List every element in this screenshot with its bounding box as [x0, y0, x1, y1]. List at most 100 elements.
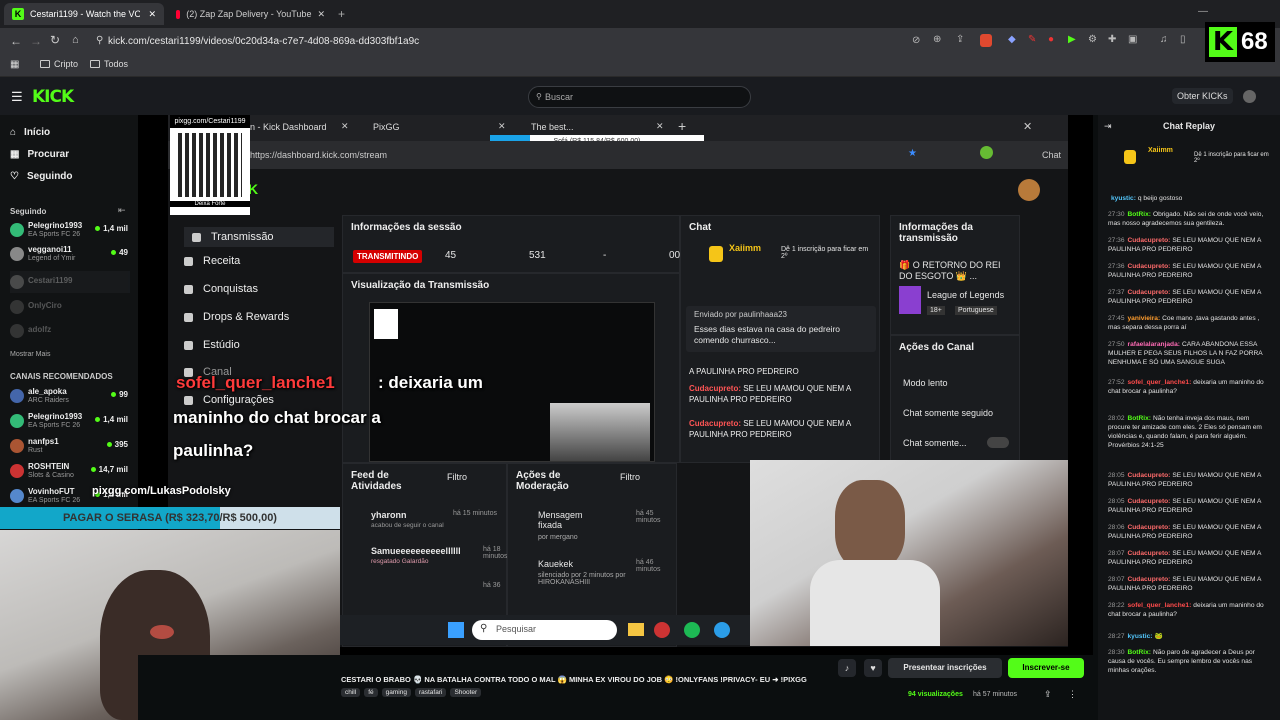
chat-text: q beijo gostoso	[1137, 195, 1183, 202]
chat-username[interactable]: kyustic:	[1128, 633, 1153, 640]
notification-bell-icon[interactable]: ♪	[838, 659, 856, 677]
recommended-channel[interactable]: nanfps1 Rust 395	[10, 435, 130, 457]
nav-browse[interactable]: ▦ Procurar	[10, 149, 69, 160]
following-channel[interactable]: Cestari1199	[10, 271, 130, 293]
star-icon: ★	[908, 148, 917, 159]
chat-message: 28:07 Cudacupreto: SE LEU MAMOU QUE NEM A …	[1108, 575, 1273, 593]
gift-subs-button[interactable]: Presentear inscrições	[888, 658, 1002, 678]
close-tab-icon[interactable]: ✕	[148, 9, 156, 20]
subscribe-button[interactable]: Inscrever-se	[1008, 658, 1084, 678]
gifter-name: Xaiimm	[729, 243, 762, 253]
overlay-chat-text: : deixaria um	[378, 373, 483, 392]
folder-icon	[90, 60, 100, 68]
extension-icon[interactable]: ●	[1048, 34, 1054, 45]
extension-icon[interactable]: ▶	[1068, 34, 1076, 45]
chat-message: 27:50 rafaelalaranjada: CARA ABANDONA ESSA…	[1108, 340, 1273, 367]
user-avatar[interactable]	[1243, 90, 1256, 103]
show-more-link[interactable]: Mostrar Mais	[10, 351, 50, 358]
chat-username[interactable]: Cudacupreto:	[1128, 289, 1171, 296]
tag[interactable]: gaming	[381, 688, 411, 697]
chat-message: 27:52 sofel_quer_lanche1: deixaria um mani…	[1108, 378, 1273, 396]
brave-shield-icon[interactable]	[980, 34, 992, 47]
chat-username[interactable]: Cudacupreto:	[1128, 498, 1171, 505]
more-icon[interactable]: ⋮	[1068, 689, 1077, 700]
get-kicks-label: Obter KICKs	[1177, 91, 1228, 101]
action-item: Modo lento	[903, 378, 948, 388]
chat-username[interactable]: rafaelalaranjada:	[1128, 341, 1180, 348]
chat-username[interactable]: BotRix:	[1128, 415, 1151, 422]
action-item: Chat somente...	[903, 438, 967, 448]
collapse-icon[interactable]: ⇤	[118, 205, 126, 216]
site-info-icon[interactable]: ⚲	[96, 35, 103, 46]
chat-username[interactable]: sofel_quer_lanche1:	[1128, 379, 1192, 386]
recommended-channel[interactable]: ROSHTEIN Slots & Casino 14,7 mil	[10, 460, 130, 482]
chat-user: Cudacupreto:	[689, 384, 741, 393]
back-icon[interactable]: ←	[10, 34, 22, 48]
heart-icon[interactable]: ♥	[864, 659, 882, 677]
bookmark-folder-todos[interactable]: Todos	[90, 59, 128, 69]
chat-username[interactable]: Cudacupreto:	[1128, 237, 1171, 244]
extensions-puzzle-icon[interactable]: ✚	[1108, 34, 1116, 45]
recommended-channel[interactable]: Pelegrino1993 EA Sports FC 26 1,4 mil	[10, 410, 130, 432]
tag[interactable]: chill	[341, 688, 361, 697]
new-tab-icon[interactable]: +	[338, 7, 345, 21]
dash-nav-label: Estúdio	[203, 339, 240, 351]
following-channel[interactable]: vegganoi11 Legend of Ymir 49	[10, 243, 130, 265]
minimize-window-icon[interactable]: —	[1198, 6, 1208, 17]
feed-user: Samueeeeeeeeeellllll	[371, 546, 461, 556]
get-kicks-button[interactable]: Obter KICKs	[1172, 88, 1233, 104]
share-icon[interactable]: ⇪	[956, 34, 964, 45]
apps-grid-icon[interactable]: ▦	[10, 59, 19, 70]
chat-username[interactable]: Cudacupreto:	[1128, 524, 1171, 531]
close-icon: ✕	[498, 121, 506, 131]
chat-username[interactable]: BotRix:	[1128, 211, 1151, 218]
browser-tab-youtube[interactable]: (2) Zap Zap Delivery - YouTube ✕	[168, 3, 333, 25]
zoom-icon[interactable]: ⊕	[933, 34, 941, 45]
tab-search-icon[interactable]: ▣	[1128, 34, 1137, 45]
nav-following[interactable]: ♡ Seguindo	[10, 171, 73, 182]
search-input[interactable]: ⚲ Buscar	[528, 86, 751, 108]
extension-icon[interactable]: ⚙	[1088, 34, 1097, 45]
tag[interactable]: fé	[364, 688, 378, 697]
chat-username[interactable]: Cudacupreto:	[1128, 550, 1171, 557]
stat-value: 00	[669, 250, 681, 261]
extension-icon[interactable]: ✎	[1028, 34, 1036, 45]
following-channel[interactable]: adolfz	[10, 320, 130, 342]
tag[interactable]: rastafari	[414, 688, 447, 697]
subscribe-label: Inscrever-se	[1022, 663, 1070, 672]
extension-icon[interactable]: ◆	[1008, 34, 1016, 45]
stream-preview-panel: Visualização da Transmissão	[342, 273, 680, 463]
extension-icon[interactable]: ⊘	[912, 35, 920, 46]
search-icon: ⚲	[536, 92, 542, 101]
nav-home[interactable]: ⌂ Início	[10, 127, 50, 138]
app-icon	[654, 622, 670, 638]
kick-points-value: 68	[1241, 28, 1268, 55]
close-tab-icon[interactable]: ✕	[317, 9, 325, 20]
chat-username[interactable]: sofel_quer_lanche1:	[1128, 602, 1192, 609]
forward-icon[interactable]: →	[30, 34, 42, 48]
nav-label: Procurar	[27, 149, 70, 160]
tag[interactable]: Shooter	[450, 688, 482, 697]
copilot-chat-label: Chat	[1042, 150, 1062, 160]
dash-nav-item: Estúdio	[184, 339, 240, 351]
menu-icon[interactable]: ☰	[11, 89, 23, 105]
media-icon[interactable]: ♫	[1160, 34, 1168, 45]
browser-tab-kick[interactable]: K Cestari1199 - Watch the VOD ✕	[4, 3, 164, 25]
chat-username[interactable]: Cudacupreto:	[1128, 472, 1171, 479]
chat-message: 27:30 BotRix: Obrigado. Não sei de onde vo…	[1108, 210, 1273, 228]
kick-logo[interactable]: KICK	[32, 87, 74, 107]
sidebar-toggle-icon[interactable]: ▯	[1180, 34, 1186, 45]
reload-icon[interactable]: ↻	[50, 33, 60, 47]
bookmark-folder-cripto[interactable]: Cripto	[40, 59, 78, 69]
url-field[interactable]: kick.com/cestari1199/videos/0c20d34a-c7e…	[108, 32, 1008, 51]
chat-username[interactable]: kyustic:	[1111, 195, 1136, 202]
chat-username[interactable]: Cudacupreto:	[1128, 576, 1171, 583]
chat-username[interactable]: Cudacupreto:	[1128, 263, 1171, 270]
home-icon[interactable]: ⌂	[72, 34, 79, 46]
following-channel[interactable]: Pelegrino1993 EA Sports FC 26 1,4 mil	[10, 219, 130, 241]
chat-username[interactable]: BotRix:	[1128, 649, 1151, 656]
share-icon[interactable]: ⇪	[1044, 689, 1052, 700]
recommended-channel[interactable]: ale_apoka ARC Raiders 99	[10, 385, 130, 407]
chat-username[interactable]: yanivieira:	[1128, 315, 1161, 322]
following-channel[interactable]: OnlyCiro	[10, 296, 130, 318]
